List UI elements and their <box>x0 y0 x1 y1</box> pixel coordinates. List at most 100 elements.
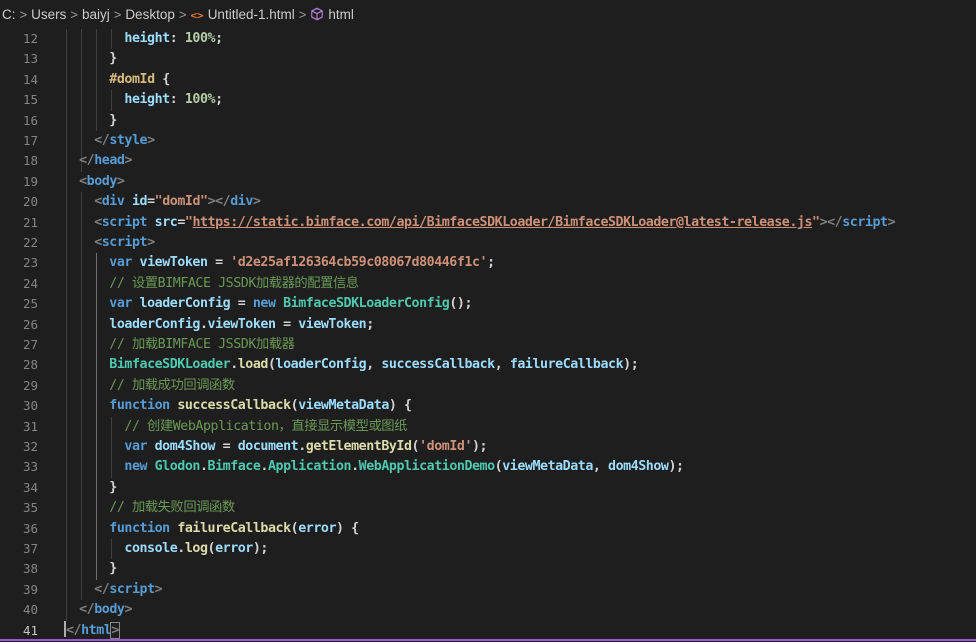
code-line[interactable]: 14 #domId { <box>0 70 976 90</box>
code-line[interactable]: 16} <box>0 111 976 131</box>
code-text: function successCallback(viewMetaData) { <box>109 396 412 416</box>
line-number: 23 <box>22 255 38 271</box>
code-token: </ <box>66 622 82 638</box>
code-token: ); <box>252 541 269 556</box>
code-editor[interactable]: 12 height: 100%; 13} 14 #domId {15 height: 10… <box>0 29 976 642</box>
code-line[interactable]: 30 function successCallback(viewMetaData)… <box>0 396 976 416</box>
current-line-highlight <box>0 621 976 641</box>
code-token: html <box>81 622 112 638</box>
code-token: viewToken <box>139 255 208 271</box>
code-line[interactable]: 15 height: 100%; <box>0 90 976 110</box>
line-number: 21 <box>22 214 38 230</box>
code-line[interactable]: 37 console.log(error); <box>0 539 976 559</box>
line-number: 35 <box>22 500 38 516</box>
code-token: . <box>199 316 208 332</box>
code-token: var <box>109 255 132 271</box>
line-number: 12 <box>22 31 38 46</box>
html-file-icon: <> <box>190 8 204 22</box>
breadcrumb-user-folder[interactable]: baiyj <box>82 7 110 22</box>
code-token: Glodon <box>154 459 201 475</box>
breadcrumb-drive[interactable]: C: <box>2 7 16 22</box>
code-token: ; <box>487 255 495 271</box>
code-token: ) { <box>336 520 359 536</box>
code-text: <script src="https://static.bimface.com/… <box>94 213 895 233</box>
code-line[interactable]: 19 <body> <box>0 172 976 192</box>
breadcrumb-desktop[interactable]: Desktop <box>125 7 175 22</box>
code-line[interactable]: 40 </body> <box>0 600 976 620</box>
code-token: new <box>252 296 276 312</box>
code-line[interactable]: 38} <box>0 559 976 579</box>
code-token: = <box>147 194 155 210</box>
code-line[interactable]: 25 var loaderConfig = new BimfaceSDKLoade… <box>0 294 976 314</box>
code-token: successCallback <box>177 398 291 414</box>
code-token: height <box>124 92 170 108</box>
code-line[interactable]: 17 </style> <box>0 131 976 151</box>
code-token: 100% <box>184 31 216 46</box>
code-token: = <box>207 255 231 271</box>
code-text: var viewToken = 'd2e25af126364cb59c08067… <box>109 253 495 273</box>
code-token: ); <box>472 439 488 454</box>
code-text: <div id="domId"></div> <box>94 192 261 212</box>
code-token: viewToken <box>298 316 367 332</box>
code-line[interactable]: 32 var dom4Show = document.getElementById… <box>0 437 976 457</box>
code-token: div <box>230 194 253 210</box>
code-line[interactable]: 13} <box>0 49 976 69</box>
code-line[interactable]: 35 // 加载失败回调函数 <box>0 498 976 518</box>
breadcrumb-users[interactable]: Users <box>31 7 66 22</box>
code-token: ( <box>267 357 276 373</box>
code-token: viewMetaData <box>298 398 389 414</box>
code-line[interactable]: 24 // 设置BIMFACE JSSDK加载器的配置信息 <box>0 274 976 294</box>
code-token: > <box>116 173 125 189</box>
code-line[interactable]: 26 loaderConfig.viewToken = viewToken; <box>0 315 976 335</box>
code-line[interactable]: 20 <div id="domId"></div> <box>0 192 976 212</box>
code-token: console <box>124 541 178 556</box>
code-token: } <box>109 479 117 495</box>
code-line[interactable]: 21 <script src="https://static.bimface.co… <box>0 213 976 233</box>
code-line[interactable]: 36 function failureCallback(error) { <box>0 519 976 539</box>
code-line[interactable]: 39 </script> <box>0 580 976 600</box>
breadcrumb-symbol[interactable]: html <box>310 7 354 22</box>
code-line[interactable]: 34} <box>0 478 976 498</box>
code-token: body <box>94 602 125 618</box>
code-token: Application <box>267 459 352 475</box>
code-token: successCallback <box>381 357 495 373</box>
line-number: 29 <box>22 377 38 393</box>
code-line[interactable]: 27 // 加载BIMFACE JSSDK加载器 <box>0 335 976 355</box>
code-token: viewToken <box>207 316 276 332</box>
code-line[interactable]: 18 </head> <box>0 151 976 171</box>
url-link[interactable]: https://static.bimface.com/api/BimfaceSD… <box>192 215 812 230</box>
code-line[interactable]: 23 var viewToken = 'd2e25af126364cb59c080… <box>0 253 976 273</box>
code-token: function <box>109 398 170 414</box>
code-line[interactable]: 22 <script> <box>0 233 976 253</box>
code-token: ); <box>668 459 684 475</box>
code-text: } <box>109 111 117 131</box>
code-token: new <box>124 459 148 475</box>
code-line[interactable]: 41 </html> <box>0 620 976 641</box>
line-number: 31 <box>22 418 38 434</box>
code-token: </ <box>94 133 110 148</box>
code-line[interactable]: 12 height: 100%; <box>0 29 976 49</box>
code-token: , <box>366 357 382 373</box>
code-token: . <box>199 459 208 475</box>
code-token: var <box>124 439 148 454</box>
code-text: </html> <box>64 620 120 641</box>
code-token: ; <box>215 92 223 108</box>
code-token: script <box>842 214 888 230</box>
code-line[interactable]: 33 new Glodon.Bimface.Application.WebAppl… <box>0 457 976 477</box>
code-token: , <box>592 459 609 475</box>
code-text: } <box>109 49 117 69</box>
code-token: script <box>101 235 148 250</box>
chevron-right-icon: > <box>298 6 307 22</box>
breadcrumb-file[interactable]: <> Untitled-1.html <box>190 7 294 22</box>
code-line[interactable]: 31 // 创建WebApplication，直接显示模型或图纸 <box>0 417 976 437</box>
code-token: height <box>124 31 170 46</box>
code-token: : <box>169 92 185 108</box>
code-line[interactable]: 29 // 加载成功回调函数 <box>0 376 976 396</box>
code-token: style <box>109 133 148 148</box>
code-line[interactable]: 28 BimfaceSDKLoader.load(loaderConfig, su… <box>0 355 976 375</box>
code-token: = <box>215 439 238 454</box>
code-token: // 加载成功回调函数 <box>109 377 235 393</box>
code-token: > <box>110 621 120 639</box>
breadcrumb-file-label: Untitled-1.html <box>207 6 295 22</box>
